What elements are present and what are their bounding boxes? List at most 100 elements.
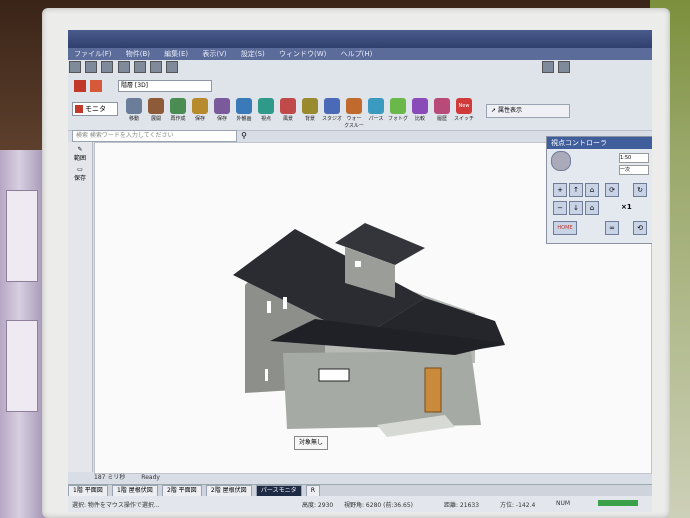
- scale-field[interactable]: 1:50: [619, 153, 649, 163]
- menu-settings[interactable]: 設定(S): [235, 48, 271, 60]
- status-height: 高度: 2930: [302, 502, 334, 509]
- menu-edit[interactable]: 編集(E): [158, 48, 194, 60]
- mode-dropdown[interactable]: モニタ: [72, 102, 118, 116]
- move-icon: [126, 98, 142, 114]
- toolbar-button-landscape[interactable]: 風景: [278, 98, 298, 128]
- toolbar-button-label: 保存: [194, 116, 205, 122]
- attribute-display-label: 属性表示: [497, 107, 522, 114]
- monitor-mode-icon[interactable]: [74, 80, 86, 92]
- compare-icon: [412, 98, 428, 114]
- toolbar-button-eye[interactable]: 視点: [256, 98, 276, 128]
- print-icon[interactable]: [117, 61, 130, 73]
- search-icon[interactable]: ⚲: [238, 130, 250, 142]
- toolbar-button-label: ウォークスルー: [344, 116, 364, 129]
- zoom-in-icon[interactable]: +: [553, 183, 567, 197]
- open-icon[interactable]: [85, 61, 98, 73]
- link-icon[interactable]: ∞: [605, 221, 619, 235]
- photo-icon: [390, 98, 406, 114]
- studio-icon: [324, 98, 340, 114]
- layer-combo[interactable]: 階層 [3D]: [118, 80, 212, 92]
- house-front-wall: [283, 351, 481, 429]
- toolbar-button-label: 再作成: [170, 116, 186, 122]
- view-controller-panel: 視点コントローラ 1:50 一次 + ↑ ⌂ ⟳ ↻ − ↓ ⌂ ×1 HOME…: [546, 136, 652, 244]
- walk-icon: [346, 98, 362, 114]
- toolbar-button-photo[interactable]: フォトグ: [388, 98, 408, 128]
- menu-help[interactable]: ヘルプ(H): [335, 48, 379, 60]
- tooltip: 対象無し: [294, 436, 328, 450]
- record-icon[interactable]: [90, 80, 102, 92]
- orbit-sphere-icon[interactable]: [551, 151, 571, 171]
- rotate-right-icon[interactable]: ↻: [633, 183, 647, 197]
- mode-dropdown-label: モニタ: [85, 105, 106, 113]
- toolbar-button-refresh[interactable]: 再作成: [168, 98, 188, 128]
- save-tool[interactable]: ▭ 保存: [70, 166, 90, 182]
- toolbar-button-label: 風景: [282, 116, 293, 122]
- menu-project[interactable]: 物件(B): [120, 48, 156, 60]
- status-distance: 距離: 21633: [444, 502, 480, 509]
- view-controller-title: 視点コントローラ: [547, 137, 652, 149]
- level-field[interactable]: 一次: [619, 165, 649, 175]
- binder-spine: [6, 320, 38, 412]
- status-bearing: 方位: -142.4: [500, 502, 536, 509]
- toolbar-button-label: スタジオ: [322, 116, 343, 122]
- menu-view[interactable]: 表示(V): [196, 48, 232, 60]
- multiplier-label: ×1: [621, 203, 632, 211]
- history-icon: [434, 98, 450, 114]
- save-alt-icon: [214, 98, 230, 114]
- toolbar-button-studio[interactable]: スタジオ: [322, 98, 342, 128]
- menu-window[interactable]: ウィンドウ(W): [273, 48, 332, 60]
- cut-icon[interactable]: [133, 61, 146, 73]
- menu-bar: ファイル(F) 物件(B) 編集(E) 表示(V) 設定(S) ウィンドウ(W)…: [68, 48, 652, 60]
- toolbar-button-walk[interactable]: ウォークスルー: [344, 98, 364, 129]
- home-button[interactable]: HOME: [553, 221, 577, 235]
- expand-icon: [148, 98, 164, 114]
- copy-icon[interactable]: [150, 61, 163, 73]
- toolbar-button-save[interactable]: 保存: [190, 98, 210, 128]
- status-num: NUM: [556, 500, 571, 507]
- save-icon[interactable]: [101, 61, 114, 73]
- toolbar-button-perspective[interactable]: パース: [366, 98, 386, 128]
- toolbar-button-label: 背景: [304, 116, 315, 122]
- menu-file[interactable]: ファイル(F): [68, 48, 118, 60]
- house-side-icon[interactable]: ⌂: [585, 201, 599, 215]
- standard-toolbar: [68, 60, 652, 77]
- perspective-icon: [368, 98, 384, 114]
- toolbar-button-label: 保存: [216, 116, 227, 122]
- reset-icon[interactable]: ⟲: [633, 221, 647, 235]
- toolbar-button-label: 展開: [150, 116, 161, 122]
- save-icon: [192, 98, 208, 114]
- house-window: [283, 297, 287, 309]
- toolbar-button-background[interactable]: 背景: [300, 98, 320, 128]
- landscape-icon: [280, 98, 296, 114]
- search-input[interactable]: 検索 検索ワードを入力してください: [72, 130, 237, 142]
- new-icon[interactable]: [69, 61, 81, 73]
- binder-spine: [6, 190, 38, 282]
- attribute-display-button[interactable]: ➚ 属性表示: [486, 104, 570, 118]
- toolbar-button-move[interactable]: 移動: [124, 98, 144, 128]
- undo-icon[interactable]: [541, 61, 554, 73]
- pointer-icon: ➚: [491, 107, 497, 114]
- toolbar-button-switch[interactable]: New スイッチ: [454, 98, 474, 128]
- zoom-out-icon[interactable]: −: [553, 201, 567, 215]
- background-binders: [0, 150, 48, 518]
- eye-icon: [258, 98, 274, 114]
- mode-toolbar: 階層 [3D]: [68, 76, 652, 97]
- house-view-icon[interactable]: ⌂: [585, 183, 599, 197]
- arrow-up-icon[interactable]: ↑: [569, 183, 583, 197]
- toolbar-button-label: 移動: [128, 116, 139, 122]
- title-bar: [68, 30, 652, 48]
- toolbar-button-compare[interactable]: 比較: [410, 98, 430, 128]
- rotate-icon[interactable]: ⟳: [605, 183, 619, 197]
- save-tool-label: 保存: [73, 175, 86, 182]
- paste-icon[interactable]: [166, 61, 179, 73]
- redo-icon[interactable]: [557, 61, 570, 73]
- range-tool[interactable]: ✎ 範囲: [70, 146, 90, 162]
- range-tool-label: 範囲: [73, 155, 86, 162]
- toolbar-button-history[interactable]: 履歴: [432, 98, 452, 128]
- arrow-down-icon[interactable]: ↓: [569, 201, 583, 215]
- toolbar-button-expand[interactable]: 展開: [146, 98, 166, 128]
- toolbar-button-exterior[interactable]: 外観画: [234, 98, 254, 128]
- progress-indicator: [598, 500, 638, 506]
- front-door: [424, 367, 442, 413]
- toolbar-button-save-alt[interactable]: 保存: [212, 98, 232, 128]
